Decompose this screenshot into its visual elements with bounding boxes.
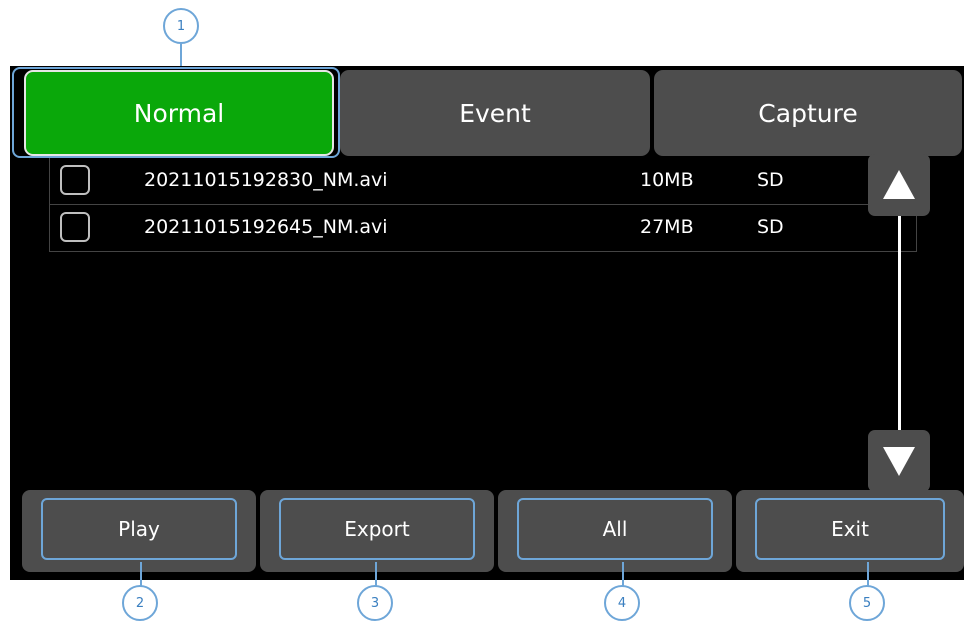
triangle-up-icon <box>883 170 915 199</box>
table-row[interactable]: 20211015192645_NM.avi 27MB SD <box>50 205 916 252</box>
callout-leader-5 <box>867 562 869 586</box>
triangle-down-icon <box>883 447 915 476</box>
play-button[interactable]: Play <box>41 498 237 560</box>
callout-box-1 <box>12 67 340 158</box>
tab-capture[interactable]: Capture <box>654 70 962 156</box>
exit-button[interactable]: Exit <box>755 498 945 560</box>
callout-leader-4 <box>622 562 624 586</box>
table-row[interactable]: 20211015192830_NM.avi 10MB SD <box>50 158 916 205</box>
file-name: 20211015192645_NM.avi <box>144 216 388 238</box>
callout-marker-2: 2 <box>122 585 158 621</box>
row-checkbox[interactable] <box>60 165 90 195</box>
callout-leader-3 <box>375 562 377 586</box>
scroll-down-button[interactable] <box>868 430 930 492</box>
exit-button-panel: Exit <box>736 490 964 572</box>
all-button-panel: All <box>498 490 732 572</box>
export-button[interactable]: Export <box>279 498 475 560</box>
play-button-panel: Play <box>22 490 256 572</box>
callout-leader-2 <box>140 562 142 586</box>
callout-marker-5: 5 <box>849 585 885 621</box>
row-checkbox[interactable] <box>60 212 90 242</box>
callout-leader-1 <box>180 44 182 66</box>
export-button-panel: Export <box>260 490 494 572</box>
file-size: 10MB <box>640 169 694 191</box>
file-storage: SD <box>757 169 784 191</box>
file-size: 27MB <box>640 216 694 238</box>
callout-marker-1: 1 <box>163 8 199 44</box>
scroll-track[interactable] <box>898 216 901 436</box>
callout-marker-3: 3 <box>357 585 393 621</box>
all-button[interactable]: All <box>517 498 713 560</box>
file-name: 20211015192830_NM.avi <box>144 169 388 191</box>
callout-marker-4: 4 <box>604 585 640 621</box>
file-storage: SD <box>757 216 784 238</box>
scroll-up-button[interactable] <box>868 154 930 216</box>
tab-event[interactable]: Event <box>340 70 650 156</box>
